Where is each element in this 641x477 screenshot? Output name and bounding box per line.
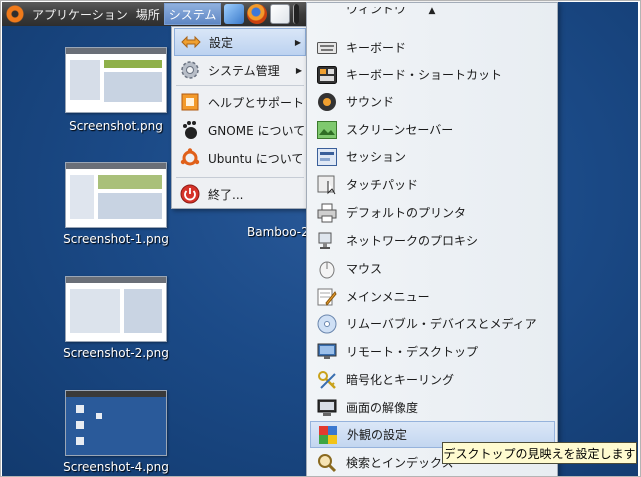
menu-item-session[interactable]: セッション [310,143,555,170]
menu-item-windows-partial[interactable]: ウィンドウ [310,7,555,23]
menu-item-default-printer[interactable]: デフォルトのプリンタ [310,199,555,226]
menu-item-label: 設定 [209,35,234,50]
places-menu[interactable]: 場所 [132,2,164,26]
menu-item-mouse[interactable]: マウス [310,255,555,282]
menu-item-keyboard-shortcuts[interactable]: キーボード・ショートカット [310,61,555,88]
file-thumbnail [65,390,167,456]
menu-item-remote-desktop[interactable]: リモート・デスクトップ [310,338,555,365]
menu-item-sound[interactable]: サウンド [310,88,555,115]
remote-desktop-icon [316,341,338,363]
menu-item-quit[interactable]: 終了... [174,180,306,208]
menu-item-label: ウィンドウ [346,7,407,16]
menu-item-label: リムーバブル・デバイスとメディア [346,317,537,331]
ubuntu-logo-icon [179,147,201,169]
menu-item-label: 検索とインデックス [346,456,454,470]
menu-item-encryption-keyrings[interactable]: 暗号化とキーリング [310,366,555,393]
keyboard-icon [316,37,338,59]
desktop-file-screenshot[interactable]: Screenshot.png [61,47,171,137]
terminal-launcher-icon[interactable] [293,4,300,24]
menu-item-about-gnome[interactable]: GNOME について [174,116,306,144]
appearance-icon [317,424,339,446]
desktop-file-label: Screenshot-2.png [63,346,169,360]
sound-icon [316,91,338,113]
submenu-arrow-icon: ▶ [294,37,301,47]
screen: アプリケーション 場所 システム Screenshot.png Screensh… [0,0,641,477]
desktop-file-label: Screenshot.png [69,119,163,133]
places-menu-label: 場所 [135,7,160,22]
menu-item-touchpad[interactable]: タッチパッド [310,171,555,198]
menu-item-keyboard[interactable]: キーボード [310,34,555,61]
menu-item-administration[interactable]: システム管理 ▶ [174,56,306,84]
removable-media-icon [316,313,338,335]
menu-item-label: システム管理 [208,63,280,78]
file-thumbnail [65,276,167,342]
menu-item-label: デフォルトのプリンタ [346,206,467,220]
main-menu-icon [316,286,338,308]
encryption-keyring-icon [316,369,338,391]
file-thumbnail [65,162,167,228]
menu-item-help[interactable]: ヘルプとサポート [174,88,306,116]
menu-item-label: マウス [346,262,383,276]
network-proxy-icon [316,230,338,252]
menu-item-label: スクリーンセーバー [346,123,454,137]
menu-item-main-menu[interactable]: メインメニュー [310,283,555,310]
menu-item-label: サウンド [346,95,395,109]
menu-item-label: タッチパッド [346,178,419,192]
desktop-file-screenshot-2[interactable]: Screenshot-2.png [61,276,171,366]
help-icon [179,91,201,113]
menu-item-label: キーボード・ショートカット [346,68,503,82]
desktop-file-label-partial[interactable]: Bamboo-2 [247,225,309,239]
system-menu: 設定 ▶ システム管理 ▶ ヘルプとサポート GNOME について Ubuntu… [171,26,307,209]
power-icon [179,183,201,205]
session-icon [316,146,338,168]
system-menu-button[interactable]: システム [163,3,222,25]
preferences-icon [180,31,202,53]
desktop-file-screenshot-1[interactable]: Screenshot-1.png [61,162,171,252]
file-thumbnail [65,47,167,113]
mouse-icon [316,258,338,280]
text-editor-launcher-icon[interactable] [270,4,291,24]
desktop-file-screenshot-4[interactable]: Screenshot-4.png [61,390,171,476]
applications-menu-label: アプリケーション [32,7,128,22]
menu-item-removable-media[interactable]: リムーバブル・デバイスとメディア [310,310,555,337]
tooltip: デスクトップの見映えを設定します [442,442,637,464]
system-menu-label: システム [168,7,217,22]
menu-item-about-ubuntu[interactable]: Ubuntu について [174,144,306,172]
submenu-arrow-icon: ▶ [295,65,302,75]
menu-item-label: 終了... [208,187,244,202]
menu-item-label: GNOME について [208,123,306,138]
administration-gear-icon [179,59,201,81]
menu-item-label: リモート・デスクトップ [346,345,479,359]
menu-item-preferences[interactable]: 設定 ▶ [174,28,306,56]
search-index-icon [316,452,338,474]
windows-icon [316,8,338,22]
menu-item-label: メインメニュー [346,290,430,304]
printer-icon [316,202,338,224]
firefox-launcher-icon[interactable] [247,4,268,24]
menu-item-label: Ubuntu について [208,151,304,166]
menu-item-display-resolution[interactable]: 画面の解像度 [310,394,555,421]
menu-item-label: 暗号化とキーリング [346,373,455,387]
ubuntu-logo-icon[interactable] [6,5,24,23]
touchpad-icon [316,174,338,196]
applications-menu[interactable]: アプリケーション [28,2,132,26]
menu-item-label: 外観の設定 [347,428,408,442]
menu-item-label: 画面の解像度 [346,401,419,415]
menu-item-label: キーボード [346,41,407,55]
screensaver-icon [316,119,338,141]
display-resolution-icon [316,397,338,419]
gnome-foot-icon [179,119,201,141]
menu-item-network-proxy[interactable]: ネットワークのプロキシ [310,227,555,254]
menu-item-label: セッション [346,150,407,164]
menu-item-label: ネットワークのプロキシ [346,234,479,248]
top-panel: アプリケーション 場所 システム [2,2,306,26]
preferences-submenu: ▲ ウィンドウ キーボード キーボード・ショートカット サウンド スクリーンセー… [306,2,558,476]
desktop-file-label: Screenshot-4.png [63,460,169,474]
menu-item-label: ヘルプとサポート [208,95,305,110]
desktop-file-label: Screenshot-1.png [63,232,169,246]
menu-item-screensaver[interactable]: スクリーンセーバー [310,116,555,143]
virtualbox-launcher-icon[interactable] [224,4,245,24]
keyboard-shortcuts-icon [316,64,338,86]
